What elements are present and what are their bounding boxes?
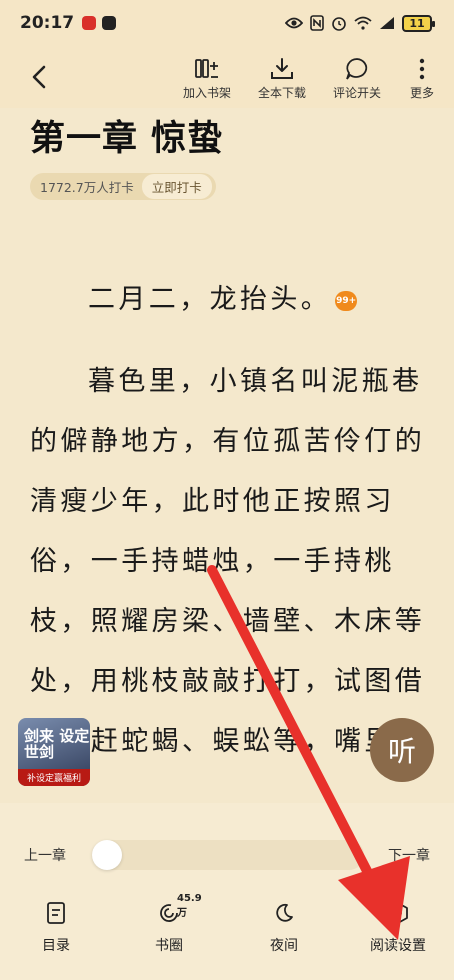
back-button[interactable] xyxy=(26,60,54,94)
checkin-button[interactable]: 立即打卡 xyxy=(141,174,212,199)
chapter-title: 第一章 惊蛰 xyxy=(30,118,224,159)
more-vertical-icon xyxy=(419,58,425,80)
download-all-button[interactable]: 全本下载 xyxy=(250,56,314,101)
text-line: 暮色里，小镇名叫泥瓶巷 xyxy=(88,366,423,397)
text-line: 枝，照耀房梁、墙壁、木床等 xyxy=(30,606,426,637)
tab-reading-settings[interactable]: 阅读设置 xyxy=(358,901,438,955)
text-line: 的僻静地方，有位孤苦伶仃的 xyxy=(30,426,426,457)
paragraph-comment-badge[interactable]: 99+ xyxy=(335,290,358,311)
add-to-shelf-button[interactable]: 加入书架 xyxy=(175,56,239,101)
text-line: 清瘦少年，此时他正按照习 xyxy=(30,486,395,517)
bookshelf-add-icon xyxy=(195,59,218,78)
comment-icon xyxy=(346,58,368,80)
more-label: 更多 xyxy=(409,86,434,100)
text-line: 处，用桃枝敲敲打打，试图借 xyxy=(30,666,426,697)
wifi-icon xyxy=(354,16,372,30)
bottom-panel: 上一章 下一章 目录 45.9万 书圈 夜间 阅读设置 xyxy=(0,803,454,980)
text-line: 俗，一手持蜡烛，一手持桃 xyxy=(30,546,395,577)
status-right: 11 xyxy=(285,14,435,32)
paragraph-text: 二月二，龙抬头。 xyxy=(88,284,332,315)
bottom-tabbar: 目录 45.9万 书圈 夜间 阅读设置 xyxy=(0,893,454,961)
download-icon xyxy=(271,58,293,79)
notification-icons xyxy=(82,16,117,30)
tab-book-circle-label: 书圈 xyxy=(155,938,183,954)
game-ad-subtitle: 补设定赢福利 xyxy=(18,769,90,786)
download-all-label: 全本下载 xyxy=(257,86,306,100)
moon-icon xyxy=(276,903,293,922)
tab-book-circle[interactable]: 45.9万 书圈 xyxy=(129,893,209,955)
tab-night-mode[interactable]: 夜间 xyxy=(244,901,324,955)
signal-icon xyxy=(380,17,394,29)
battery-indicator: 11 xyxy=(402,14,435,32)
next-chapter-button[interactable]: 下一章 xyxy=(388,845,430,865)
tab-reading-settings-label: 阅读设置 xyxy=(370,938,426,954)
settings-hexagon-icon xyxy=(388,902,408,924)
app-notification-icon xyxy=(102,16,117,30)
checkin-count: 1772.7万人打卡 xyxy=(40,180,134,195)
eye-icon xyxy=(285,17,303,29)
comment-toggle-button[interactable]: 评论开关 xyxy=(325,56,389,101)
nfc-icon xyxy=(310,15,324,31)
comment-toggle-label: 评论开关 xyxy=(332,86,381,100)
status-bar: 20:17 11 xyxy=(0,0,454,46)
tab-toc-label: 目录 xyxy=(42,938,70,954)
more-button[interactable]: 更多 xyxy=(390,56,454,101)
alarm-icon xyxy=(332,17,346,31)
status-time: 20:17 xyxy=(20,13,75,33)
add-to-shelf-label: 加入书架 xyxy=(182,86,231,100)
prev-chapter-button[interactable]: 上一章 xyxy=(24,845,66,865)
catalog-icon xyxy=(47,902,65,924)
progress-thumb[interactable] xyxy=(92,840,122,870)
tab-night-label: 夜间 xyxy=(270,938,298,954)
app-notification-icon xyxy=(82,16,97,30)
chevron-left-icon xyxy=(32,65,46,89)
book-circle-count: 45.9万 xyxy=(177,893,202,919)
game-ad-banner[interactable]: 剑来 设定世剑 补设定赢福利 xyxy=(18,718,90,786)
paragraph: 二月二，龙抬头。 99+ xyxy=(30,270,430,330)
chapter-nav: 上一章 下一章 xyxy=(0,833,454,873)
chapter-progress-slider[interactable] xyxy=(92,840,364,870)
listen-button[interactable]: 听 xyxy=(370,718,434,782)
chapter-body: 二月二，龙抬头。 99+ 暮色里，小镇名叫泥瓶巷 的僻静地方，有位孤苦伶仃的 清瘦… xyxy=(30,270,430,772)
checkin-pill: 1772.7万人打卡 立即打卡 xyxy=(30,173,216,200)
reader-toolbar: 加入书架 全本下载 评论开关 更多 xyxy=(0,46,454,108)
tab-toc[interactable]: 目录 xyxy=(16,901,96,955)
game-ad-title: 剑来 设定世剑 xyxy=(24,727,90,761)
